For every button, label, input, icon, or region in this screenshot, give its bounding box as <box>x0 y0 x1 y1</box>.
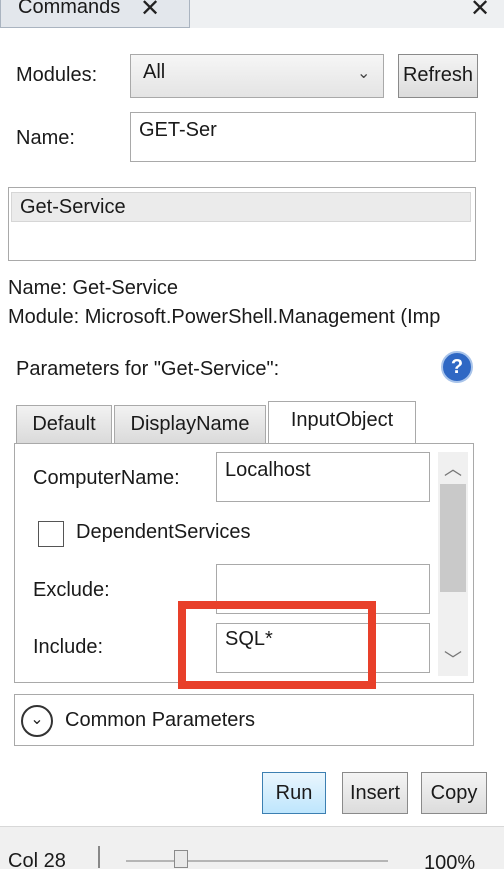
modules-dropdown-value: All <box>143 61 166 83</box>
insert-button[interactable]: Insert <box>342 772 408 814</box>
modules-dropdown[interactable]: All ⌄ <box>130 54 384 98</box>
copy-button[interactable]: Copy <box>421 772 487 814</box>
scroll-up-icon[interactable]: ︿ <box>444 455 462 481</box>
scrollbar-thumb[interactable] <box>440 484 466 592</box>
run-button[interactable]: Run <box>262 772 326 814</box>
list-item[interactable]: Get-Service <box>11 192 471 222</box>
close-icon[interactable]: ✕ <box>470 0 490 23</box>
column-indicator: Col 28 <box>8 850 66 872</box>
chevron-down-icon: ⌄ <box>357 65 371 82</box>
include-label: Include: <box>33 636 104 658</box>
command-name-detail: Name: Get-Service <box>8 277 179 299</box>
name-label: Name: <box>16 127 75 149</box>
computername-input[interactable]: Localhost <box>216 452 430 502</box>
highlight-box <box>178 601 376 689</box>
commands-tab-title: Commands <box>18 0 121 18</box>
common-parameters-expander[interactable]: ⌄ Common Parameters <box>14 694 474 746</box>
command-list: Get-Service <box>8 187 476 261</box>
zoom-slider-thumb[interactable] <box>174 850 188 868</box>
zoom-level: 100% <box>424 852 476 874</box>
command-module-detail: Module: Microsoft.PowerShell.Management … <box>8 306 441 328</box>
parameters-title: Parameters for "Get-Service": <box>16 358 280 380</box>
scroll-down-icon[interactable]: ﹀ <box>444 646 462 672</box>
tab-default[interactable]: Default <box>16 405 112 443</box>
exclude-label: Exclude: <box>33 579 110 601</box>
zoom-slider-track[interactable] <box>126 860 388 862</box>
computername-label: ComputerName: <box>33 467 180 489</box>
modules-label: Modules: <box>16 64 98 86</box>
tab-displayname[interactable]: DisplayName <box>114 405 266 443</box>
status-separator <box>98 846 100 868</box>
tab-inputobject[interactable]: InputObject <box>268 401 416 445</box>
common-parameters-label: Common Parameters <box>65 709 256 731</box>
dependentservices-label: DependentServices <box>76 521 251 543</box>
refresh-button[interactable]: Refresh <box>398 54 478 98</box>
expand-circle-icon[interactable]: ⌄ <box>21 705 53 737</box>
name-filter-input[interactable]: GET-Ser <box>130 112 476 162</box>
help-icon[interactable]: ? <box>441 351 473 383</box>
dependentservices-checkbox[interactable] <box>38 521 64 547</box>
close-icon[interactable]: ✕ <box>140 0 160 23</box>
